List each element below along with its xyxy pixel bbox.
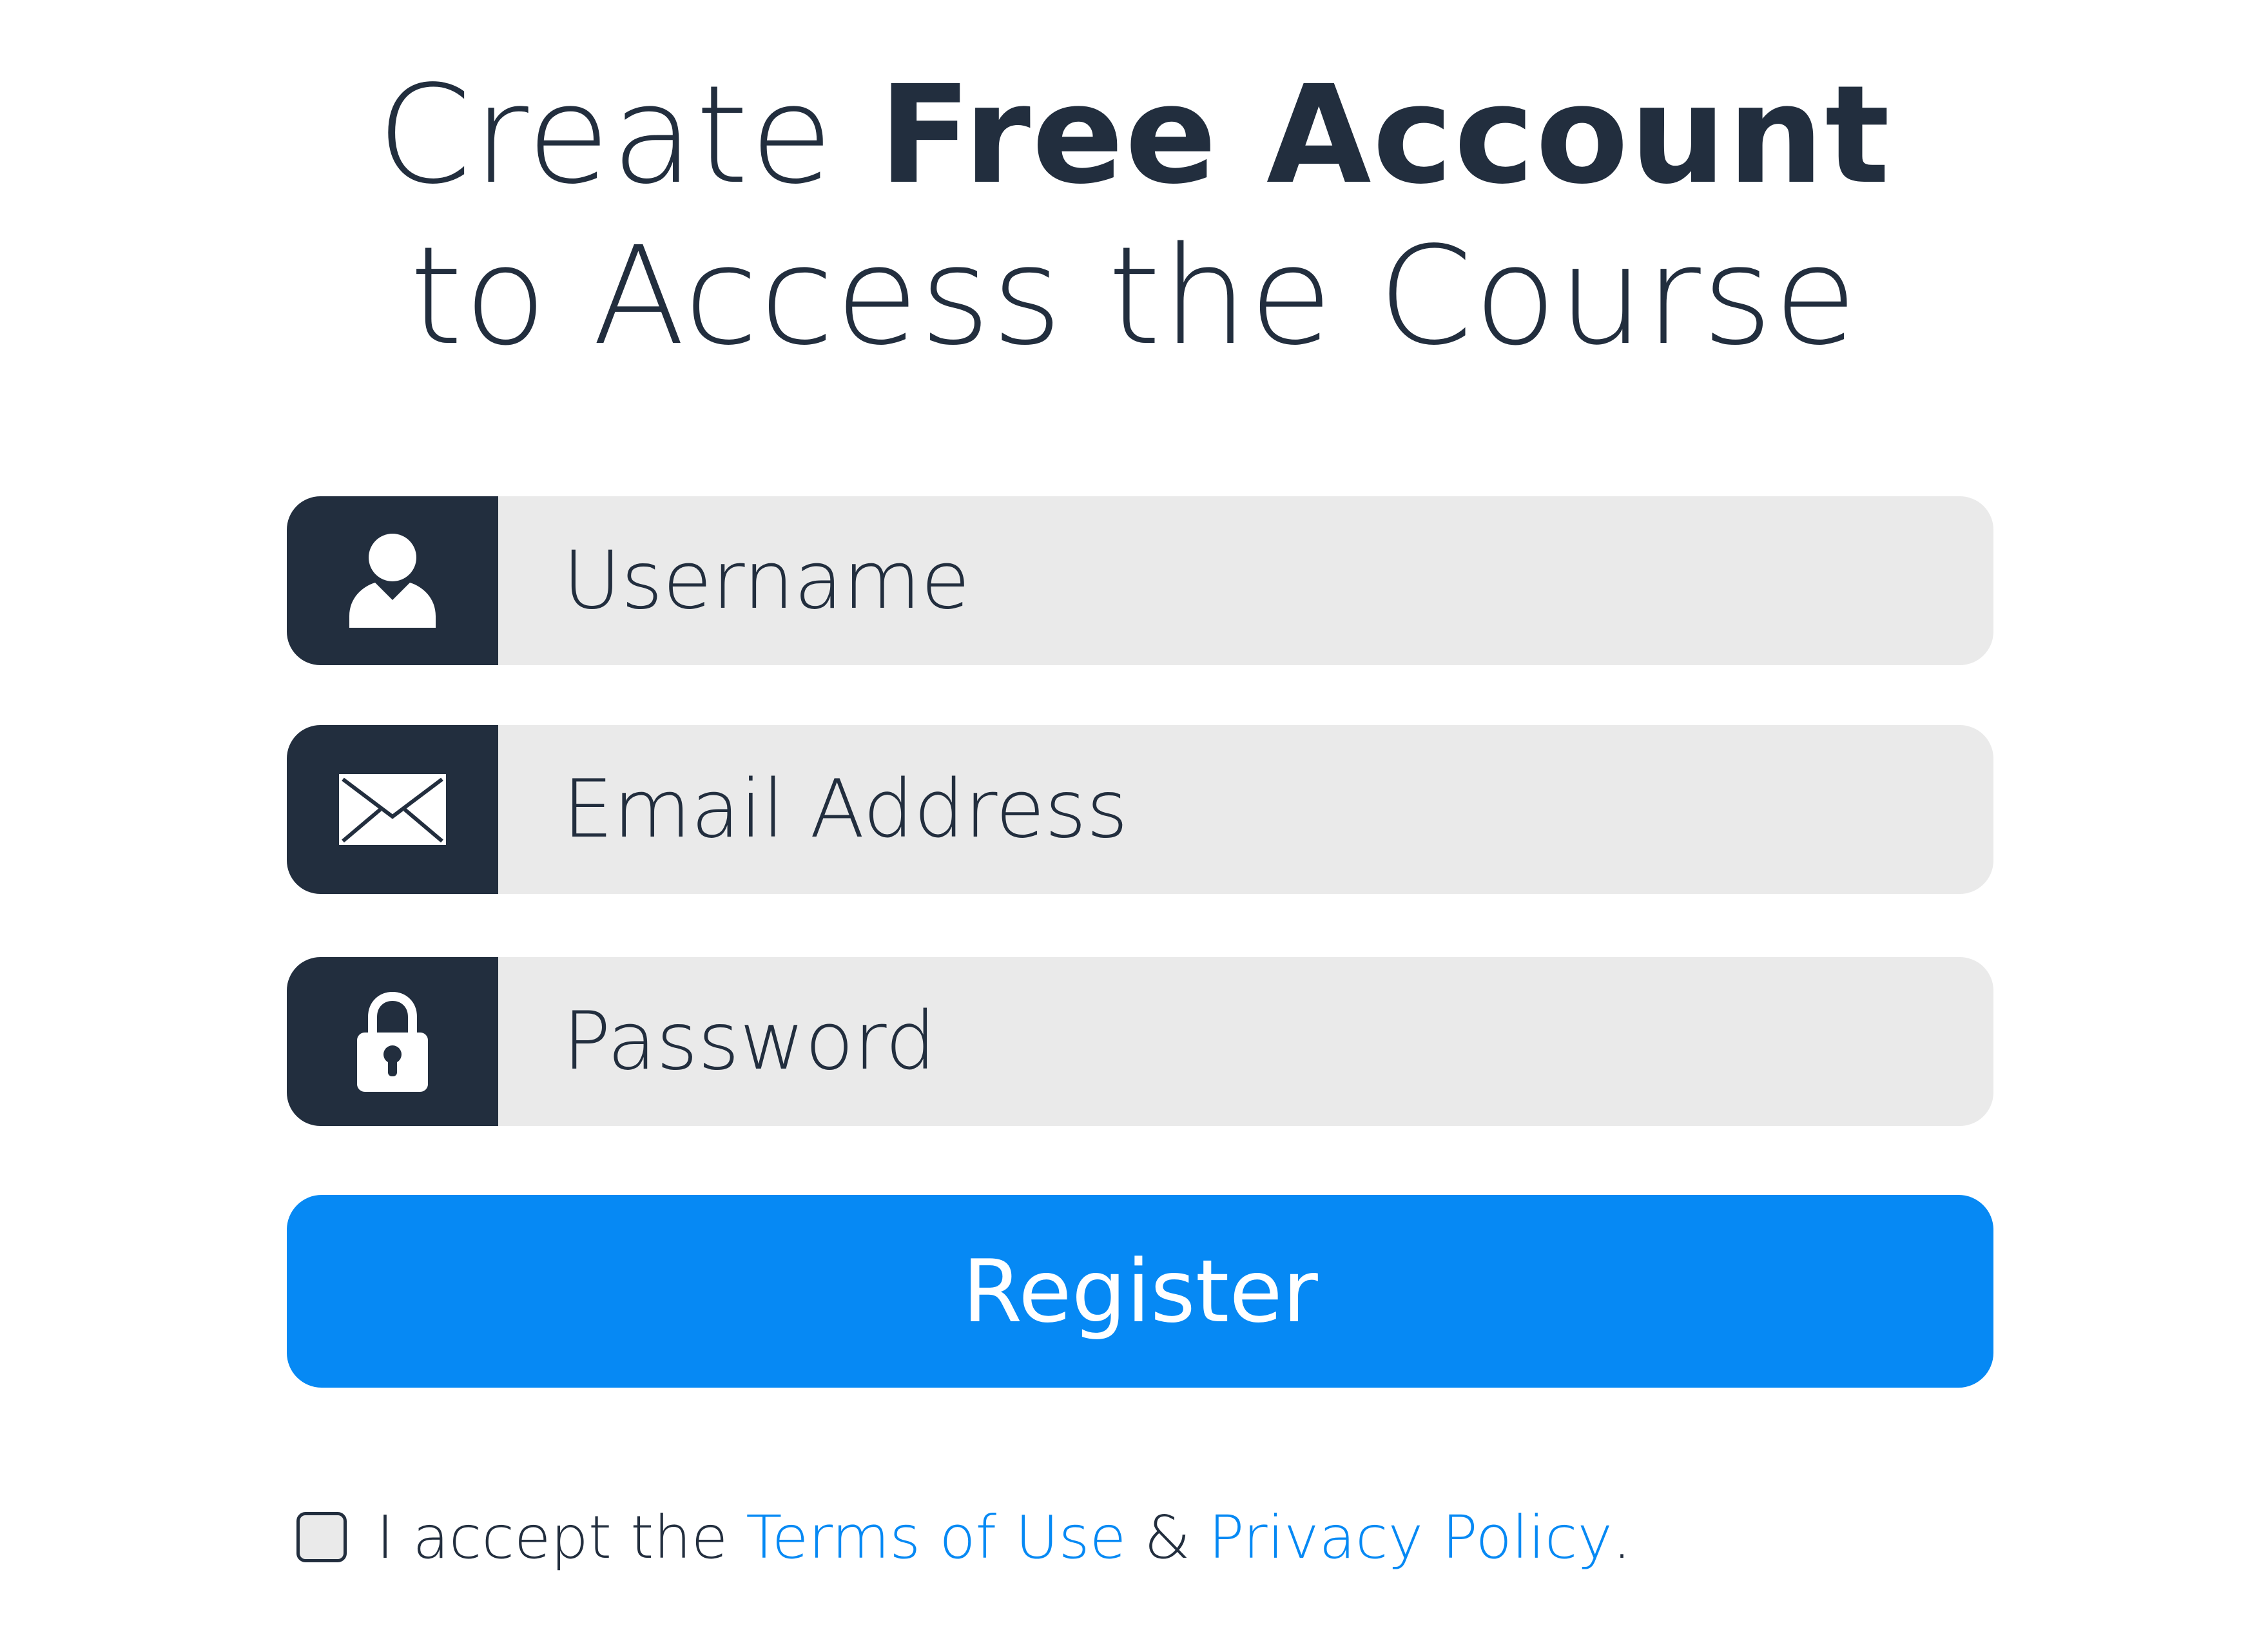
password-field <box>287 957 1993 1126</box>
password-icon-box <box>287 957 498 1126</box>
page-heading: Create Free Account to Access the Course <box>0 55 2268 377</box>
terms-row: I accept the Terms of Use & Privacy Poli… <box>296 1502 1631 1573</box>
privacy-policy-link[interactable]: Privacy Policy <box>1208 1503 1613 1572</box>
username-icon-box <box>287 496 498 665</box>
password-input[interactable] <box>498 957 1929 1126</box>
register-button[interactable]: Register <box>287 1195 1993 1388</box>
terms-conjunction: & <box>1144 1502 1190 1572</box>
heading-prefix: Create <box>376 56 835 214</box>
terms-suffix: . <box>1612 1502 1632 1572</box>
user-icon <box>349 534 436 628</box>
username-field <box>287 496 1993 665</box>
email-field <box>287 725 1993 894</box>
heading-bold: Free Account <box>878 56 1892 214</box>
username-input[interactable] <box>498 496 1929 665</box>
email-icon-box <box>287 725 498 894</box>
terms-of-use-link[interactable]: Terms of Use <box>746 1503 1126 1572</box>
heading-line-2: to Access the Course <box>409 217 1859 375</box>
heading-line-1: Create Free Account <box>0 55 2268 216</box>
terms-checkbox[interactable] <box>296 1512 347 1562</box>
terms-prefix: I accept the <box>376 1502 728 1572</box>
email-input[interactable] <box>498 725 1929 894</box>
envelope-icon <box>339 774 446 845</box>
lock-icon <box>357 991 428 1092</box>
